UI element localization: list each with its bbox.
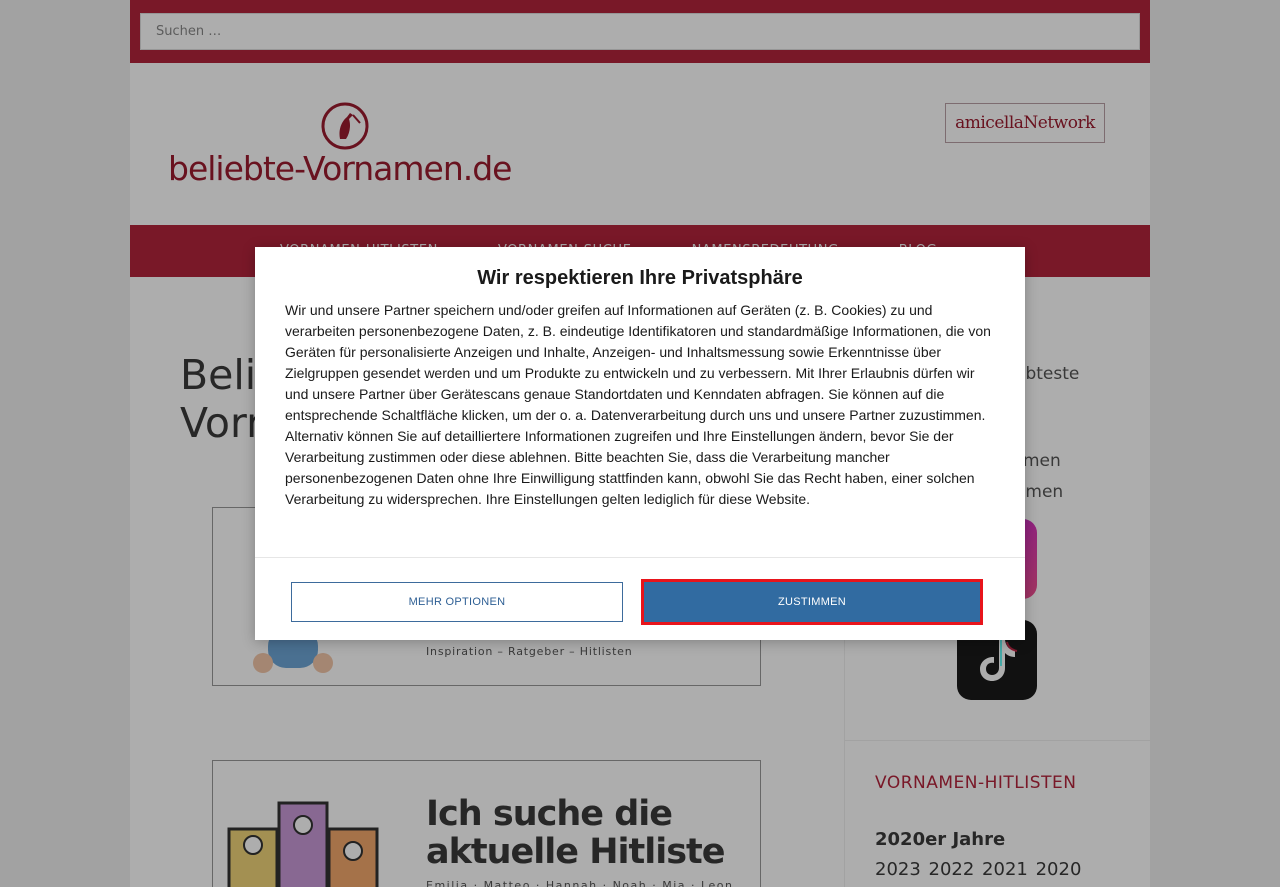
- consent-dialog: Wir respektieren Ihre Privatsphäre Wir u…: [255, 247, 1025, 640]
- agree-button[interactable]: ZUSTIMMEN: [641, 579, 983, 625]
- consent-body: Wir und unsere Partner speichern und/ode…: [285, 302, 991, 507]
- consent-title: Wir respektieren Ihre Privatsphäre: [477, 267, 803, 289]
- consent-divider: [255, 557, 1025, 558]
- more-options-button[interactable]: MEHR OPTIONEN: [291, 582, 623, 622]
